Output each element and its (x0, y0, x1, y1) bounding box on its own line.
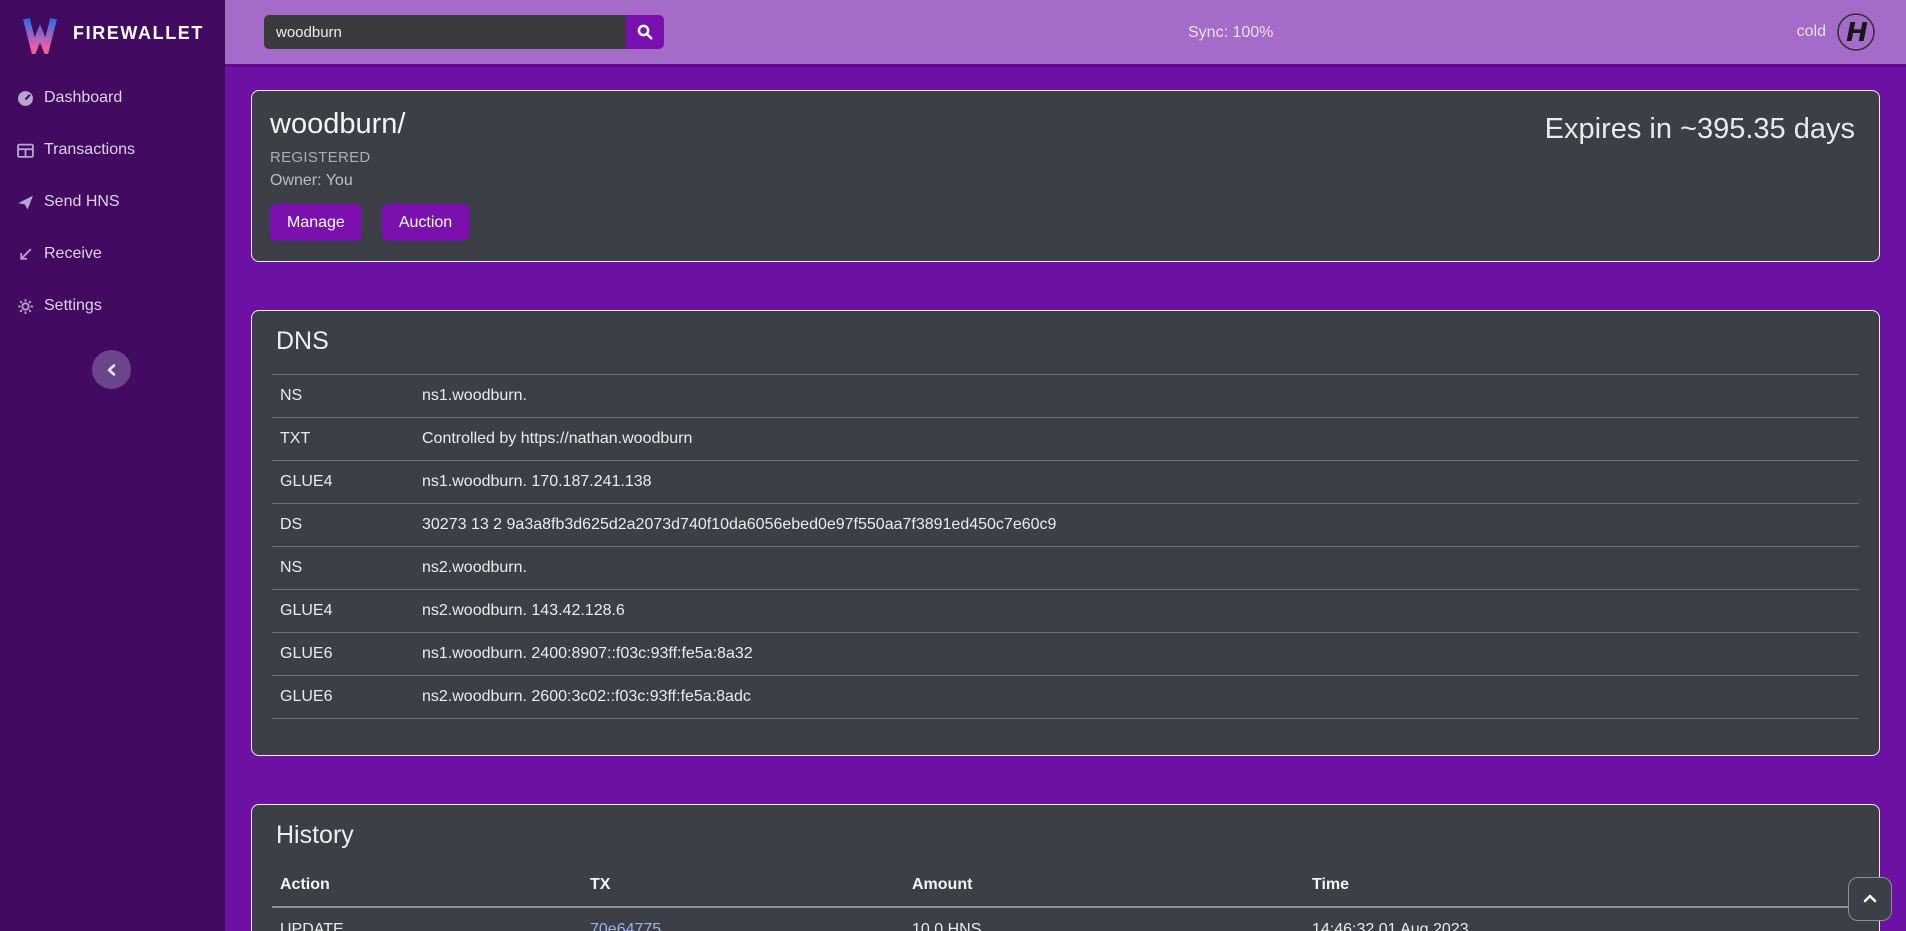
sidebar-menu: Dashboard Transactions Send HNS Receive (0, 89, 225, 315)
dns-record-type: TXT (272, 418, 414, 461)
domain-card: woodburn/ REGISTERED Owner: You Manage A… (251, 90, 1880, 262)
dns-record-value: ns1.woodburn. 2400:8907::f03c:93ff:fe5a:… (414, 633, 1859, 676)
dns-record-value: ns2.woodburn. (414, 547, 1859, 590)
search-button[interactable] (626, 15, 664, 49)
history-row: UPDATE 70e64775... 10.0 HNS 14:46:32 01 … (272, 907, 1859, 931)
top-bar: Sync: 100% cold H (225, 0, 1906, 67)
content-column: Sync: 100% cold H woodburn/ REGISTERED O… (225, 0, 1906, 931)
sidebar-item-send-hns[interactable]: Send HNS (0, 193, 225, 211)
dns-record-row: DS 30273 13 2 9a3a8fb3d625d2a2073d740f10… (272, 504, 1859, 547)
main-content: woodburn/ REGISTERED Owner: You Manage A… (225, 67, 1906, 931)
sidebar-item-label: Receive (44, 245, 102, 263)
history-section-title: History (276, 821, 1859, 850)
auction-button[interactable]: Auction (382, 204, 469, 241)
chevron-up-icon (1861, 890, 1879, 908)
dns-record-row: GLUE4 ns2.woodburn. 143.42.128.6 (272, 590, 1859, 633)
dns-record-row: GLUE4 ns1.woodburn. 170.187.241.138 (272, 461, 1859, 504)
dns-record-type: GLUE4 (272, 590, 414, 633)
domain-actions: Manage Auction (270, 204, 469, 241)
search-bar (264, 15, 664, 49)
history-time: 14:46:32 01 Aug 2023 (1304, 907, 1859, 931)
dns-record-type: DS (272, 504, 414, 547)
dns-record-type: GLUE4 (272, 461, 414, 504)
scroll-to-top-button[interactable] (1848, 877, 1892, 921)
search-input[interactable] (264, 15, 626, 49)
app-title: FIREWALLET (73, 23, 204, 44)
dns-record-type: GLUE6 (272, 633, 414, 676)
wallet-name: cold (1797, 23, 1826, 41)
sidebar: FIREWALLET Dashboard Transactions Send H… (0, 0, 225, 931)
dns-card: DNS NS ns1.woodburn. TXT Controlled by h… (251, 310, 1880, 756)
tx-link[interactable]: 70e64775... (590, 921, 675, 931)
wallet-selector[interactable]: cold H (1797, 12, 1906, 52)
dns-record-value: 30273 13 2 9a3a8fb3d625d2a2073d740f10da6… (414, 504, 1859, 547)
search-icon (636, 23, 654, 41)
settings-gear-icon (17, 298, 34, 315)
domain-expiry-label: Expires in ~395.35 days (1545, 113, 1855, 241)
sidebar-item-label: Send HNS (44, 193, 120, 211)
sync-status: Sync: 100% (1188, 24, 1273, 42)
history-table: Action TX Amount Time UPDATE 70e64775...… (272, 868, 1859, 931)
sidebar-item-transactions[interactable]: Transactions (0, 141, 225, 159)
app-logo: FIREWALLET (0, 0, 225, 67)
dns-record-row: TXT Controlled by https://nathan.woodbur… (272, 418, 1859, 461)
domain-owner-label: Owner: You (270, 172, 469, 190)
svg-text:H: H (1846, 18, 1868, 48)
dns-record-row: GLUE6 ns1.woodburn. 2400:8907::f03c:93ff… (272, 633, 1859, 676)
dns-record-value: ns2.woodburn. 143.42.128.6 (414, 590, 1859, 633)
chevron-left-icon (103, 361, 121, 379)
send-plane-icon (17, 194, 34, 211)
dashboard-gauge-icon (17, 90, 34, 107)
domain-card-left: woodburn/ REGISTERED Owner: You Manage A… (270, 108, 469, 241)
sidebar-item-receive[interactable]: Receive (0, 245, 225, 263)
history-card: History Action TX Amount Time UPDATE (251, 804, 1880, 931)
history-col-time: Time (1304, 868, 1859, 907)
history-action: UPDATE (272, 907, 582, 931)
dns-record-value: ns1.woodburn. 170.187.241.138 (414, 461, 1859, 504)
domain-name: woodburn/ (270, 108, 469, 141)
history-amount: 10.0 HNS (904, 907, 1304, 931)
dns-record-row: NS ns2.woodburn. (272, 547, 1859, 590)
receive-arrow-icon (17, 246, 34, 263)
firewallet-logo-icon (20, 14, 60, 54)
dns-record-value: ns1.woodburn. (414, 375, 1859, 418)
dns-section-title: DNS (276, 327, 1859, 356)
dns-record-type: NS (272, 375, 414, 418)
sidebar-item-label: Settings (44, 297, 102, 315)
history-col-amount: Amount (904, 868, 1304, 907)
dns-record-type: GLUE6 (272, 676, 414, 719)
sidebar-item-label: Dashboard (44, 89, 122, 107)
dns-record-row: GLUE6 ns2.woodburn. 2600:3c02::f03c:93ff… (272, 676, 1859, 719)
manage-button[interactable]: Manage (270, 204, 362, 241)
dns-record-value: ns2.woodburn. 2600:3c02::f03c:93ff:fe5a:… (414, 676, 1859, 719)
dns-record-type: NS (272, 547, 414, 590)
domain-status-label: REGISTERED (270, 149, 469, 166)
transactions-table-icon (17, 142, 34, 159)
sidebar-item-label: Transactions (44, 141, 135, 159)
sidebar-item-dashboard[interactable]: Dashboard (0, 89, 225, 107)
dns-record-value: Controlled by https://nathan.woodburn (414, 418, 1859, 461)
app-window: FIREWALLET Dashboard Transactions Send H… (0, 0, 1906, 931)
sidebar-collapse-button[interactable] (92, 350, 131, 389)
history-col-tx: TX (582, 868, 904, 907)
handshake-icon: H (1836, 12, 1876, 52)
dns-table: NS ns1.woodburn. TXT Controlled by https… (272, 374, 1859, 719)
dns-record-row: NS ns1.woodburn. (272, 375, 1859, 418)
history-header-row: Action TX Amount Time (272, 868, 1859, 907)
history-col-action: Action (272, 868, 582, 907)
sidebar-item-settings[interactable]: Settings (0, 297, 225, 315)
